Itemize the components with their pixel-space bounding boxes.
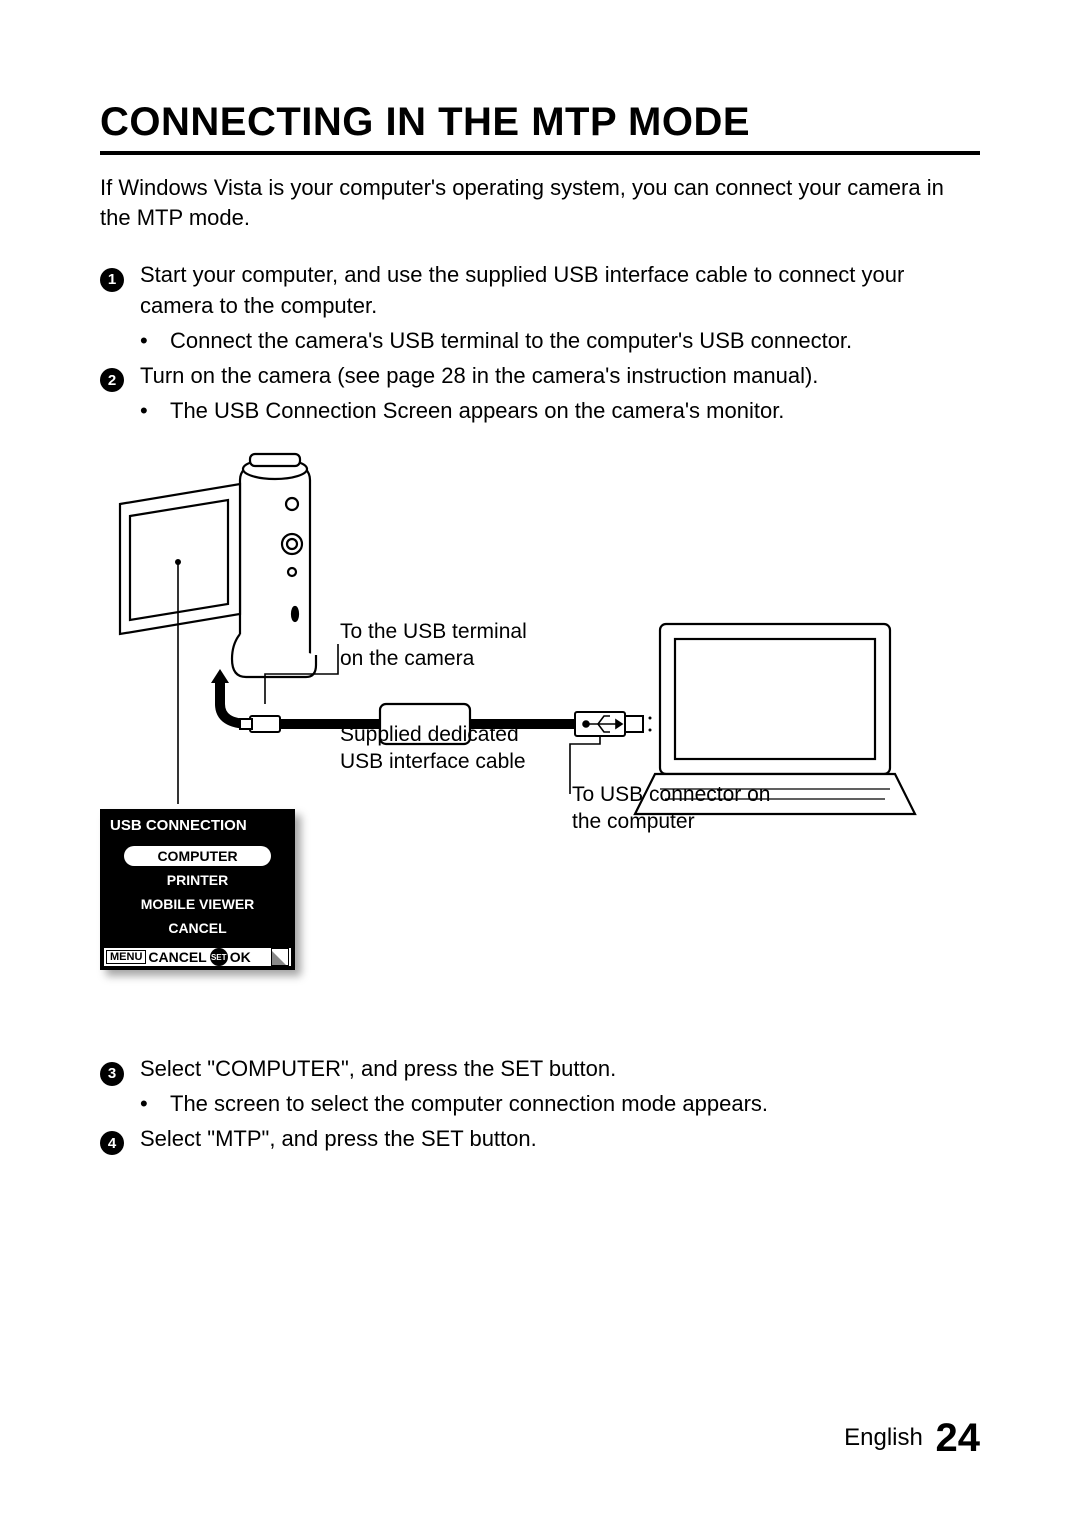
step-2-bullet: • The USB Connection Screen appears on t… [100, 396, 980, 427]
circled-number-4: 4 [100, 1131, 124, 1155]
connection-diagram: To the USB terminal on the camera Suppli… [100, 444, 980, 1044]
step-3-bullet: • The screen to select the computer conn… [100, 1089, 980, 1120]
label-usb-terminal-camera: To the USB terminal on the camera [340, 619, 550, 672]
step-number: 3 [100, 1054, 140, 1085]
circled-number-3: 3 [100, 1062, 124, 1086]
step-3: 3 Select "COMPUTER", and press the SET b… [100, 1054, 980, 1085]
manual-page: CONNECTING IN THE MTP MODE If Windows Vi… [0, 0, 1080, 1521]
label-usb-cable: Supplied dedicated USB interface cable [340, 722, 560, 775]
menu-item-computer[interactable]: COMPUTER [124, 846, 271, 866]
bullet-dot: • [140, 396, 170, 427]
step-4-text: Select "MTP", and press the SET button. [140, 1124, 980, 1155]
footer-language: English [844, 1424, 923, 1451]
intro-paragraph: If Windows Vista is your computer's oper… [100, 173, 980, 232]
menu-item-mobile-viewer[interactable]: MOBILE VIEWER [124, 894, 271, 914]
step-number: 1 [100, 260, 140, 322]
menu-header-text: USB CONNECTION [110, 817, 247, 834]
menu-item-cancel[interactable]: CANCEL [124, 918, 271, 938]
menu-footer: MENU CANCEL SET OK [104, 948, 291, 966]
step-1-text: Start your computer, and use the supplie… [140, 260, 980, 322]
page-title: CONNECTING IN THE MTP MODE [100, 100, 980, 155]
step-2-sub: The USB Connection Screen appears on the… [170, 396, 784, 427]
step-2-text: Turn on the camera (see page 28 in the c… [140, 361, 980, 392]
menu-header: USB CONNECTION [106, 815, 289, 840]
menu-button-icon: MENU [106, 950, 146, 964]
label-usb-connector-computer: To USB connector on the computer [572, 782, 802, 835]
set-button-icon: SET [210, 948, 228, 966]
usb-connection-menu: USB CONNECTION COMPUTER PRINTER MOBILE V… [100, 809, 295, 970]
circled-number-1: 1 [100, 268, 124, 292]
menu-items: COMPUTER PRINTER MOBILE VIEWER CANCEL [106, 840, 289, 948]
menu-footer-cancel: CANCEL [148, 949, 206, 965]
scroll-indicator-icon [271, 948, 289, 966]
bullet-dot: • [140, 326, 170, 357]
step-3-sub: The screen to select the computer connec… [170, 1089, 768, 1120]
step-number: 2 [100, 361, 140, 392]
circled-number-2: 2 [100, 368, 124, 392]
menu-footer-ok: OK [230, 949, 251, 965]
footer-page-number: 24 [936, 1416, 981, 1460]
step-1: 1 Start your computer, and use the suppl… [100, 260, 980, 322]
step-2: 2 Turn on the camera (see page 28 in the… [100, 361, 980, 392]
step-1-sub: Connect the camera's USB terminal to the… [170, 326, 852, 357]
bullet-dot: • [140, 1089, 170, 1120]
step-1-bullet: • Connect the camera's USB terminal to t… [100, 326, 980, 357]
step-number: 4 [100, 1124, 140, 1155]
menu-item-printer[interactable]: PRINTER [124, 870, 271, 890]
page-footer: English 24 [844, 1416, 980, 1461]
step-3-text: Select "COMPUTER", and press the SET but… [140, 1054, 980, 1085]
step-4: 4 Select "MTP", and press the SET button… [100, 1124, 980, 1155]
